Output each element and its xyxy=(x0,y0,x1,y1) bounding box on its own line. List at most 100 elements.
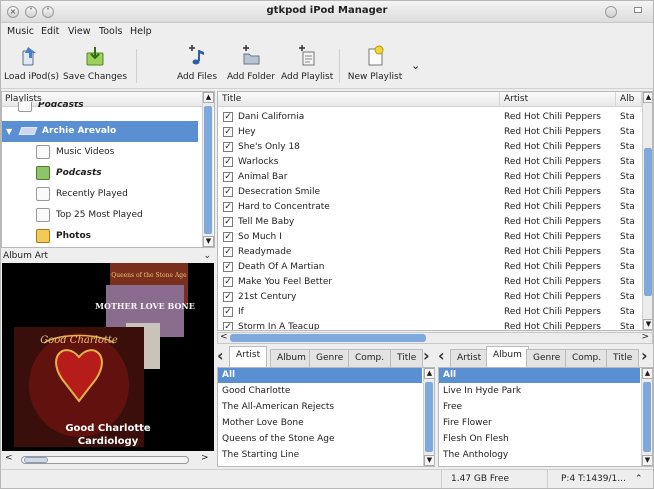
list-item[interactable]: All xyxy=(439,368,640,383)
column-artist[interactable]: Artist xyxy=(500,92,616,107)
hscroll-thumb[interactable] xyxy=(230,334,426,342)
track-row[interactable]: ✓ Dani California Red Hot Chili Peppers Sta xyxy=(218,110,640,125)
add-files-button[interactable]: Add Files xyxy=(175,45,219,82)
track-checkbox[interactable]: ✓ xyxy=(223,232,233,242)
list-item[interactable]: The Anthology xyxy=(439,448,640,463)
tab-scroll-right-icon[interactable]: › xyxy=(423,346,430,366)
track-checkbox[interactable]: ✓ xyxy=(223,187,233,197)
tab-scroll-left-icon[interactable]: ‹ xyxy=(438,346,445,366)
expander-arrow-icon[interactable]: ▼ xyxy=(6,121,12,142)
toolbar-overflow-chevron-icon[interactable]: ⌄ xyxy=(411,59,420,72)
column-album[interactable]: Alb xyxy=(616,92,642,107)
track-row[interactable]: ✓ 21st Century Red Hot Chili Peppers Sta xyxy=(218,290,640,305)
tab-title-right[interactable]: Title xyxy=(606,349,640,367)
track-checkbox[interactable]: ✓ xyxy=(223,112,233,122)
scroll-thumb[interactable] xyxy=(204,106,212,234)
playlist-item-podcasts[interactable]: Podcasts xyxy=(2,163,198,184)
list-item[interactable]: The Starting Line xyxy=(218,448,422,463)
window-menu-icon[interactable] xyxy=(634,7,642,13)
list-item[interactable]: The All-American Rejects xyxy=(218,400,422,415)
list-item[interactable]: Mother Love Bone xyxy=(218,416,422,431)
tab-artist-right[interactable]: Artist xyxy=(450,349,489,367)
playlist-item-top25[interactable]: Top 25 Most Played xyxy=(2,205,198,226)
track-checkbox[interactable]: ✓ xyxy=(223,247,233,257)
playlist-item-music-videos[interactable]: Music Videos xyxy=(2,142,198,163)
add-playlist-button[interactable]: Add Playlist xyxy=(281,45,333,82)
track-checkbox[interactable]: ✓ xyxy=(223,217,233,227)
tab-genre-left[interactable]: Genre xyxy=(309,349,351,367)
menu-help[interactable]: Help xyxy=(130,26,152,37)
track-checkbox[interactable]: ✓ xyxy=(223,307,233,317)
scroll-thumb[interactable] xyxy=(643,382,651,452)
track-row[interactable]: ✓ Warlocks Red Hot Chili Peppers Sta xyxy=(218,155,640,170)
track-checkbox[interactable]: ✓ xyxy=(223,262,233,272)
menu-tools[interactable]: Tools xyxy=(99,26,122,37)
track-row[interactable]: ✓ Readymade Red Hot Chili Peppers Sta xyxy=(218,245,640,260)
track-row[interactable]: ✓ Desecration Smile Red Hot Chili Peppers S… xyxy=(218,185,640,200)
list-item[interactable]: All xyxy=(218,368,422,383)
scroll-up-icon[interactable]: ▲ xyxy=(642,368,652,379)
track-row[interactable]: ✓ Animal Bar Red Hot Chili Peppers Sta xyxy=(218,170,640,185)
track-row[interactable]: ✓ Storm In A Teacup Red Hot Chili Peppers S… xyxy=(218,320,640,330)
tab-title-left[interactable]: Title xyxy=(390,349,424,367)
track-row[interactable]: ✓ Tell Me Baby Red Hot Chili Peppers Sta xyxy=(218,215,640,230)
list-item[interactable]: Free xyxy=(439,400,640,415)
scroll-thumb[interactable] xyxy=(425,382,433,452)
sort-right-scrollbar[interactable]: ▲ ▼ xyxy=(641,368,652,466)
track-checkbox[interactable]: ✓ xyxy=(223,322,233,330)
menu-edit[interactable]: Edit xyxy=(41,26,59,37)
tab-scroll-right-icon[interactable]: › xyxy=(641,346,648,366)
track-row[interactable]: ✓ Death Of A Martian Red Hot Chili Peppers… xyxy=(218,260,640,275)
tab-comp-right[interactable]: Comp. xyxy=(565,349,609,367)
load-ipod-button[interactable]: Load iPod(s) xyxy=(4,45,59,82)
track-checkbox[interactable]: ✓ xyxy=(223,127,233,137)
menu-music[interactable]: Music xyxy=(7,26,34,37)
track-table-scrollbar[interactable]: ▲ ▼ xyxy=(642,92,652,330)
scroll-down-icon[interactable]: ▼ xyxy=(642,455,652,466)
track-checkbox[interactable]: ✓ xyxy=(223,157,233,167)
chevron-up-icon[interactable]: ⌃ xyxy=(635,470,643,488)
track-row[interactable]: ✓ So Much I Red Hot Chili Peppers Sta xyxy=(218,230,640,245)
playlists-scrollbar[interactable]: ▲ ▼ xyxy=(202,92,214,247)
track-checkbox[interactable]: ✓ xyxy=(223,292,233,302)
list-item[interactable]: Flesh On Flesh xyxy=(439,432,640,447)
menu-view[interactable]: View xyxy=(68,26,91,37)
scroll-left-icon[interactable]: < xyxy=(220,332,228,342)
track-row[interactable]: ✓ If Red Hot Chili Peppers Sta xyxy=(218,305,640,320)
playlist-item-podcasts-top[interactable]: Podcasts xyxy=(2,102,198,116)
track-checkbox[interactable]: ✓ xyxy=(223,277,233,287)
chevron-down-icon[interactable]: ⌄ xyxy=(203,249,211,263)
album-art-slider-track[interactable] xyxy=(21,456,189,464)
playlist-item-archie-arevalo[interactable]: ▼ Archie Arevalo xyxy=(2,121,198,142)
playlist-item-photos[interactable]: Photos xyxy=(2,226,198,247)
tab-genre-right[interactable]: Genre xyxy=(526,349,568,367)
scroll-up-icon[interactable]: ▲ xyxy=(643,92,652,103)
track-checkbox[interactable]: ✓ xyxy=(223,172,233,182)
list-item[interactable]: Fire Flower xyxy=(439,416,640,431)
scroll-down-icon[interactable]: ▼ xyxy=(203,236,214,247)
list-item[interactable]: Live In Hyde Park xyxy=(439,384,640,399)
tab-comp-left[interactable]: Comp. xyxy=(348,349,392,367)
scroll-thumb[interactable] xyxy=(644,148,652,296)
tab-album-left[interactable]: Album xyxy=(270,349,313,367)
track-row[interactable]: ✓ Make You Feel Better Red Hot Chili Peppe… xyxy=(218,275,640,290)
list-item[interactable]: Queens of the Stone Age xyxy=(218,432,422,447)
tab-scroll-left-icon[interactable]: ‹ xyxy=(217,346,224,366)
scroll-down-icon[interactable]: ▼ xyxy=(424,455,434,466)
sort-left-scrollbar[interactable]: ▲ ▼ xyxy=(423,368,434,466)
track-row[interactable]: ✓ Hard to Concentrate Red Hot Chili Pepper… xyxy=(218,200,640,215)
scroll-right-icon[interactable]: > xyxy=(641,332,649,342)
track-checkbox[interactable]: ✓ xyxy=(223,142,233,152)
album-art-hscroll[interactable]: < > xyxy=(1,453,215,467)
track-row[interactable]: ✓ She's Only 18 Red Hot Chili Peppers Sta xyxy=(218,140,640,155)
playlist-item-recently-played[interactable]: Recently Played xyxy=(2,184,198,205)
save-changes-button[interactable]: Save Changes xyxy=(61,45,129,82)
tab-album-right[interactable]: Album xyxy=(486,346,529,367)
scroll-down-icon[interactable]: ▼ xyxy=(643,319,652,330)
album-art-slider-thumb[interactable] xyxy=(24,457,48,463)
scroll-up-icon[interactable]: ▲ xyxy=(203,92,214,103)
new-playlist-button[interactable]: New Playlist xyxy=(347,45,403,82)
tab-artist-left[interactable]: Artist xyxy=(229,346,268,367)
column-title[interactable]: Title xyxy=(218,92,500,107)
list-item[interactable]: Good Charlotte xyxy=(218,384,422,399)
